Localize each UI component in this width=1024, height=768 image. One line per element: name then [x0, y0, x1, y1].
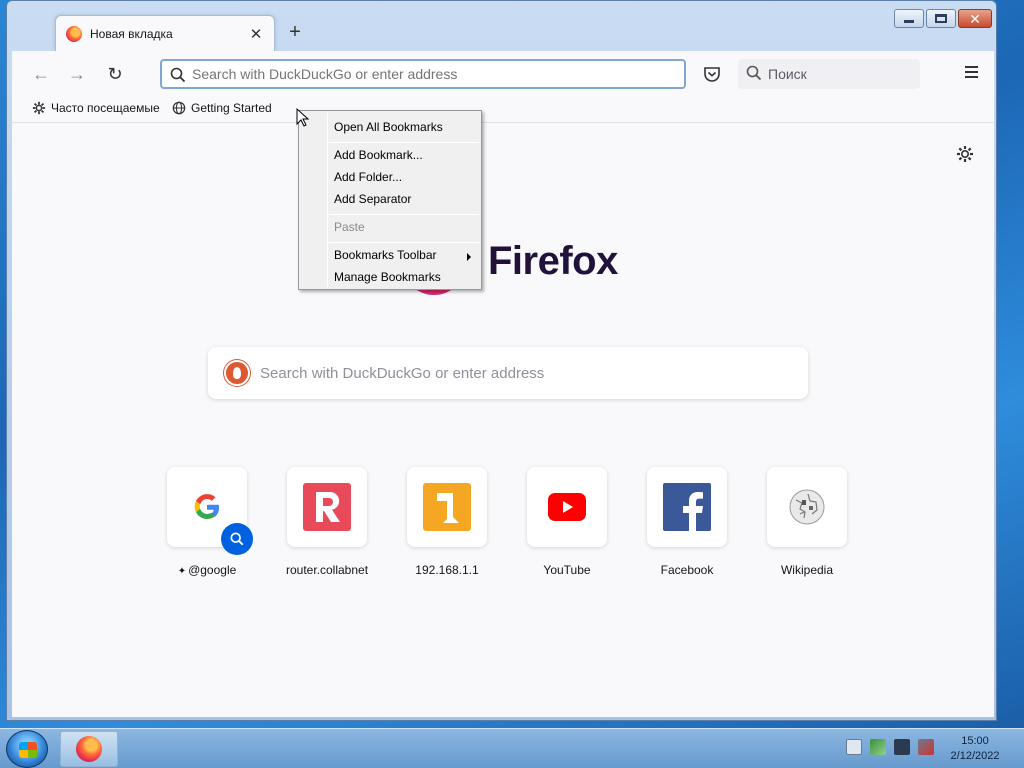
bookmark-label: Часто посещаемые — [51, 101, 160, 115]
firefox-window: ✕ Новая вкладка ✕ + ← → ↻ Поиск Часто по… — [6, 0, 997, 721]
top-site-google[interactable]: ✦ @google — [167, 467, 253, 577]
tab-new-tab[interactable]: Новая вкладка ✕ — [55, 15, 275, 51]
google-icon — [194, 494, 220, 519]
tile-label: 192.168.1.1 — [415, 563, 479, 577]
bookmark-most-visited[interactable]: Часто посещаемые — [32, 101, 160, 115]
menu-item-add-separator[interactable]: Add Separator — [334, 192, 411, 206]
pocket-icon[interactable] — [702, 64, 722, 84]
youtube-icon — [548, 493, 586, 521]
firefox-wordmark: Firefox — [488, 239, 618, 283]
new-tab-button[interactable]: + — [283, 21, 307, 45]
menu-item-add-folder[interactable]: Add Folder... — [334, 170, 402, 184]
tile-box[interactable] — [167, 467, 253, 555]
start-button[interactable] — [6, 730, 48, 768]
pin-icon: ✦ — [177, 566, 187, 577]
bookmarks-toolbar: Часто посещаемые Getting Started — [12, 97, 994, 123]
firefox-icon — [76, 736, 102, 762]
menu-separator — [329, 242, 479, 243]
tile-box[interactable] — [527, 467, 607, 547]
volume-muted-icon[interactable] — [918, 739, 934, 755]
bookmark-label: Getting Started — [191, 101, 272, 115]
top-sites: ✦ @google router.collabnet 192.168.1.1 Yo… — [167, 467, 867, 577]
firefox-favicon-icon — [66, 25, 82, 42]
search-icon — [746, 65, 762, 81]
taskbar-firefox-button[interactable] — [60, 731, 118, 767]
duckduckgo-icon — [224, 360, 250, 386]
menu-separator — [329, 142, 479, 143]
menu-gutter — [327, 113, 328, 287]
menu-item-add-bookmark[interactable]: Add Bookmark... — [334, 148, 423, 162]
url-input[interactable] — [192, 66, 684, 82]
action-center-icon[interactable] — [846, 739, 862, 755]
tile-label: router.collabnet — [285, 563, 369, 577]
navigation-toolbar: ← → ↻ Поиск — [12, 51, 994, 97]
top-site-youtube[interactable]: YouTube — [527, 467, 607, 577]
tile-box[interactable] — [647, 467, 727, 547]
clock[interactable]: 15:00 2/12/2022 — [942, 734, 1008, 764]
reload-button[interactable]: ↻ — [102, 61, 128, 87]
menu-separator — [329, 214, 479, 215]
globe-icon — [172, 101, 186, 115]
forward-button[interactable]: → — [64, 61, 90, 87]
top-site-192-168-1-1[interactable]: 192.168.1.1 — [407, 467, 487, 577]
facebook-icon — [663, 483, 711, 531]
security-icon[interactable] — [870, 739, 886, 755]
taskbar: 15:00 2/12/2022 — [0, 728, 1024, 768]
menu-item-manage-bookmarks[interactable]: Manage Bookmarks — [334, 270, 441, 284]
tab-close-button[interactable]: ✕ — [248, 25, 264, 43]
back-button[interactable]: ← — [28, 61, 54, 87]
tile-label: Facebook — [660, 563, 714, 577]
menu-item-open-all-bookmarks[interactable]: Open All Bookmarks — [334, 120, 443, 134]
top-site-router-collabnet[interactable]: router.collabnet — [286, 467, 368, 577]
url-bar[interactable] — [160, 59, 686, 89]
tile-label: YouTube — [543, 563, 591, 577]
search-icon — [170, 67, 186, 83]
router-1-icon — [423, 483, 471, 531]
search-box-placeholder: Поиск — [768, 66, 807, 82]
tile-box[interactable] — [767, 467, 847, 547]
newtab-search-placeholder: Search with DuckDuckGo or enter address — [260, 364, 545, 382]
new-tab-page: Firefox Search with DuckDuckGo or enter … — [12, 123, 994, 717]
router-r-icon — [303, 483, 351, 531]
tab-title: Новая вкладка — [90, 26, 173, 41]
hamburger-menu-button[interactable] — [960, 63, 982, 85]
network-icon[interactable] — [894, 739, 910, 755]
wikipedia-globe-icon — [789, 489, 825, 525]
mouse-cursor-icon — [296, 108, 310, 127]
tile-label: ✦ @google — [177, 563, 237, 577]
menu-item-bookmarks-toolbar[interactable]: Bookmarks Toolbar — [334, 248, 437, 262]
search-icon — [230, 532, 244, 546]
search-shortcut-badge — [221, 523, 253, 555]
search-box[interactable]: Поиск — [738, 59, 920, 89]
settings-gear-icon[interactable] — [956, 145, 974, 163]
menu-item-paste: Paste — [334, 220, 365, 234]
gear-icon — [32, 101, 46, 115]
top-site-wikipedia[interactable]: Wikipedia — [767, 467, 847, 577]
bookmark-getting-started[interactable]: Getting Started — [172, 101, 272, 115]
clock-date: 2/12/2022 — [950, 750, 1000, 762]
tile-box[interactable] — [407, 467, 487, 547]
tab-strip: Новая вкладка ✕ + — [11, 11, 971, 51]
tile-box[interactable] — [287, 467, 367, 547]
tile-label: Wikipedia — [780, 563, 834, 577]
system-tray — [846, 739, 934, 755]
submenu-arrow-icon — [467, 253, 471, 261]
newtab-search-field[interactable]: Search with DuckDuckGo or enter address — [208, 347, 808, 399]
windows-logo-icon — [19, 742, 37, 758]
top-site-facebook[interactable]: Facebook — [647, 467, 727, 577]
bookmarks-context-menu: Open All Bookmarks Add Bookmark... Add F… — [298, 110, 482, 290]
clock-time: 15:00 — [961, 735, 989, 747]
